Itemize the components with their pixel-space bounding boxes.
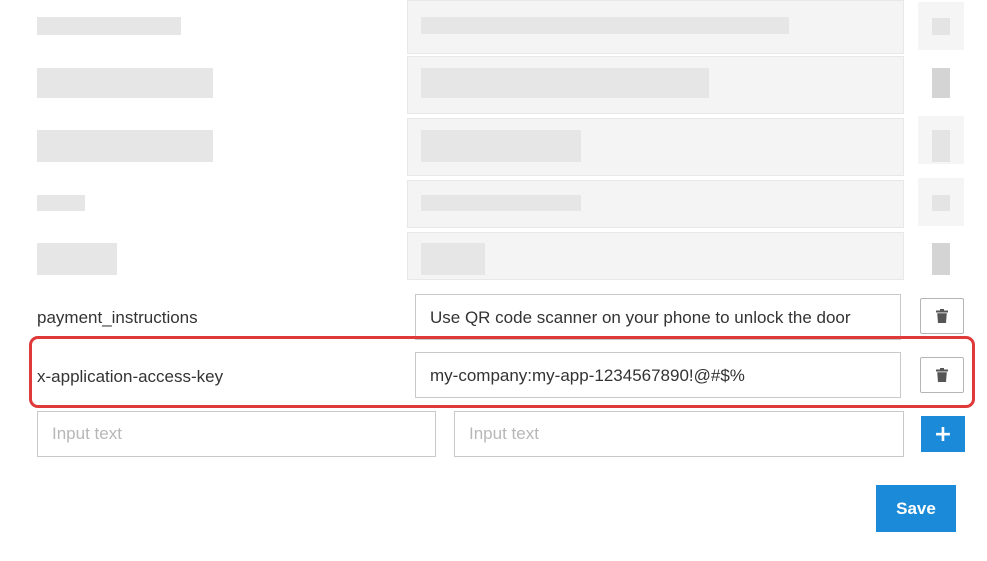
trash-icon: [936, 309, 948, 323]
redacted-value: [421, 17, 789, 34]
delete-row-button[interactable]: [920, 357, 964, 393]
redacted-button-frame: [918, 178, 964, 226]
redacted-value: [421, 195, 581, 211]
add-row-button[interactable]: +: [921, 416, 965, 452]
redacted-label: [37, 130, 213, 162]
new-value-input[interactable]: [454, 411, 904, 457]
redacted-label: [37, 17, 181, 35]
trash-icon: [936, 368, 948, 382]
redacted-value: [421, 68, 709, 98]
delete-row-button[interactable]: [920, 298, 964, 334]
redacted-label: [37, 195, 85, 211]
redacted-label: [37, 68, 213, 98]
redacted-button-frame: [918, 2, 964, 50]
row-key-label: x-application-access-key: [37, 367, 224, 386]
save-button[interactable]: Save: [876, 485, 956, 532]
redacted-button: [932, 68, 950, 98]
redacted-label: [37, 243, 117, 275]
redacted-value: [421, 243, 485, 275]
row-key-label: payment_instructions: [37, 308, 198, 327]
new-key-input[interactable]: [37, 411, 436, 457]
row-value-field[interactable]: my-company:my-app-1234567890!@#$%: [415, 352, 901, 398]
redacted-value: [421, 130, 581, 162]
redacted-button-frame: [918, 116, 964, 164]
redacted-button: [932, 243, 950, 275]
row-value-field[interactable]: Use QR code scanner on your phone to unl…: [415, 294, 901, 340]
